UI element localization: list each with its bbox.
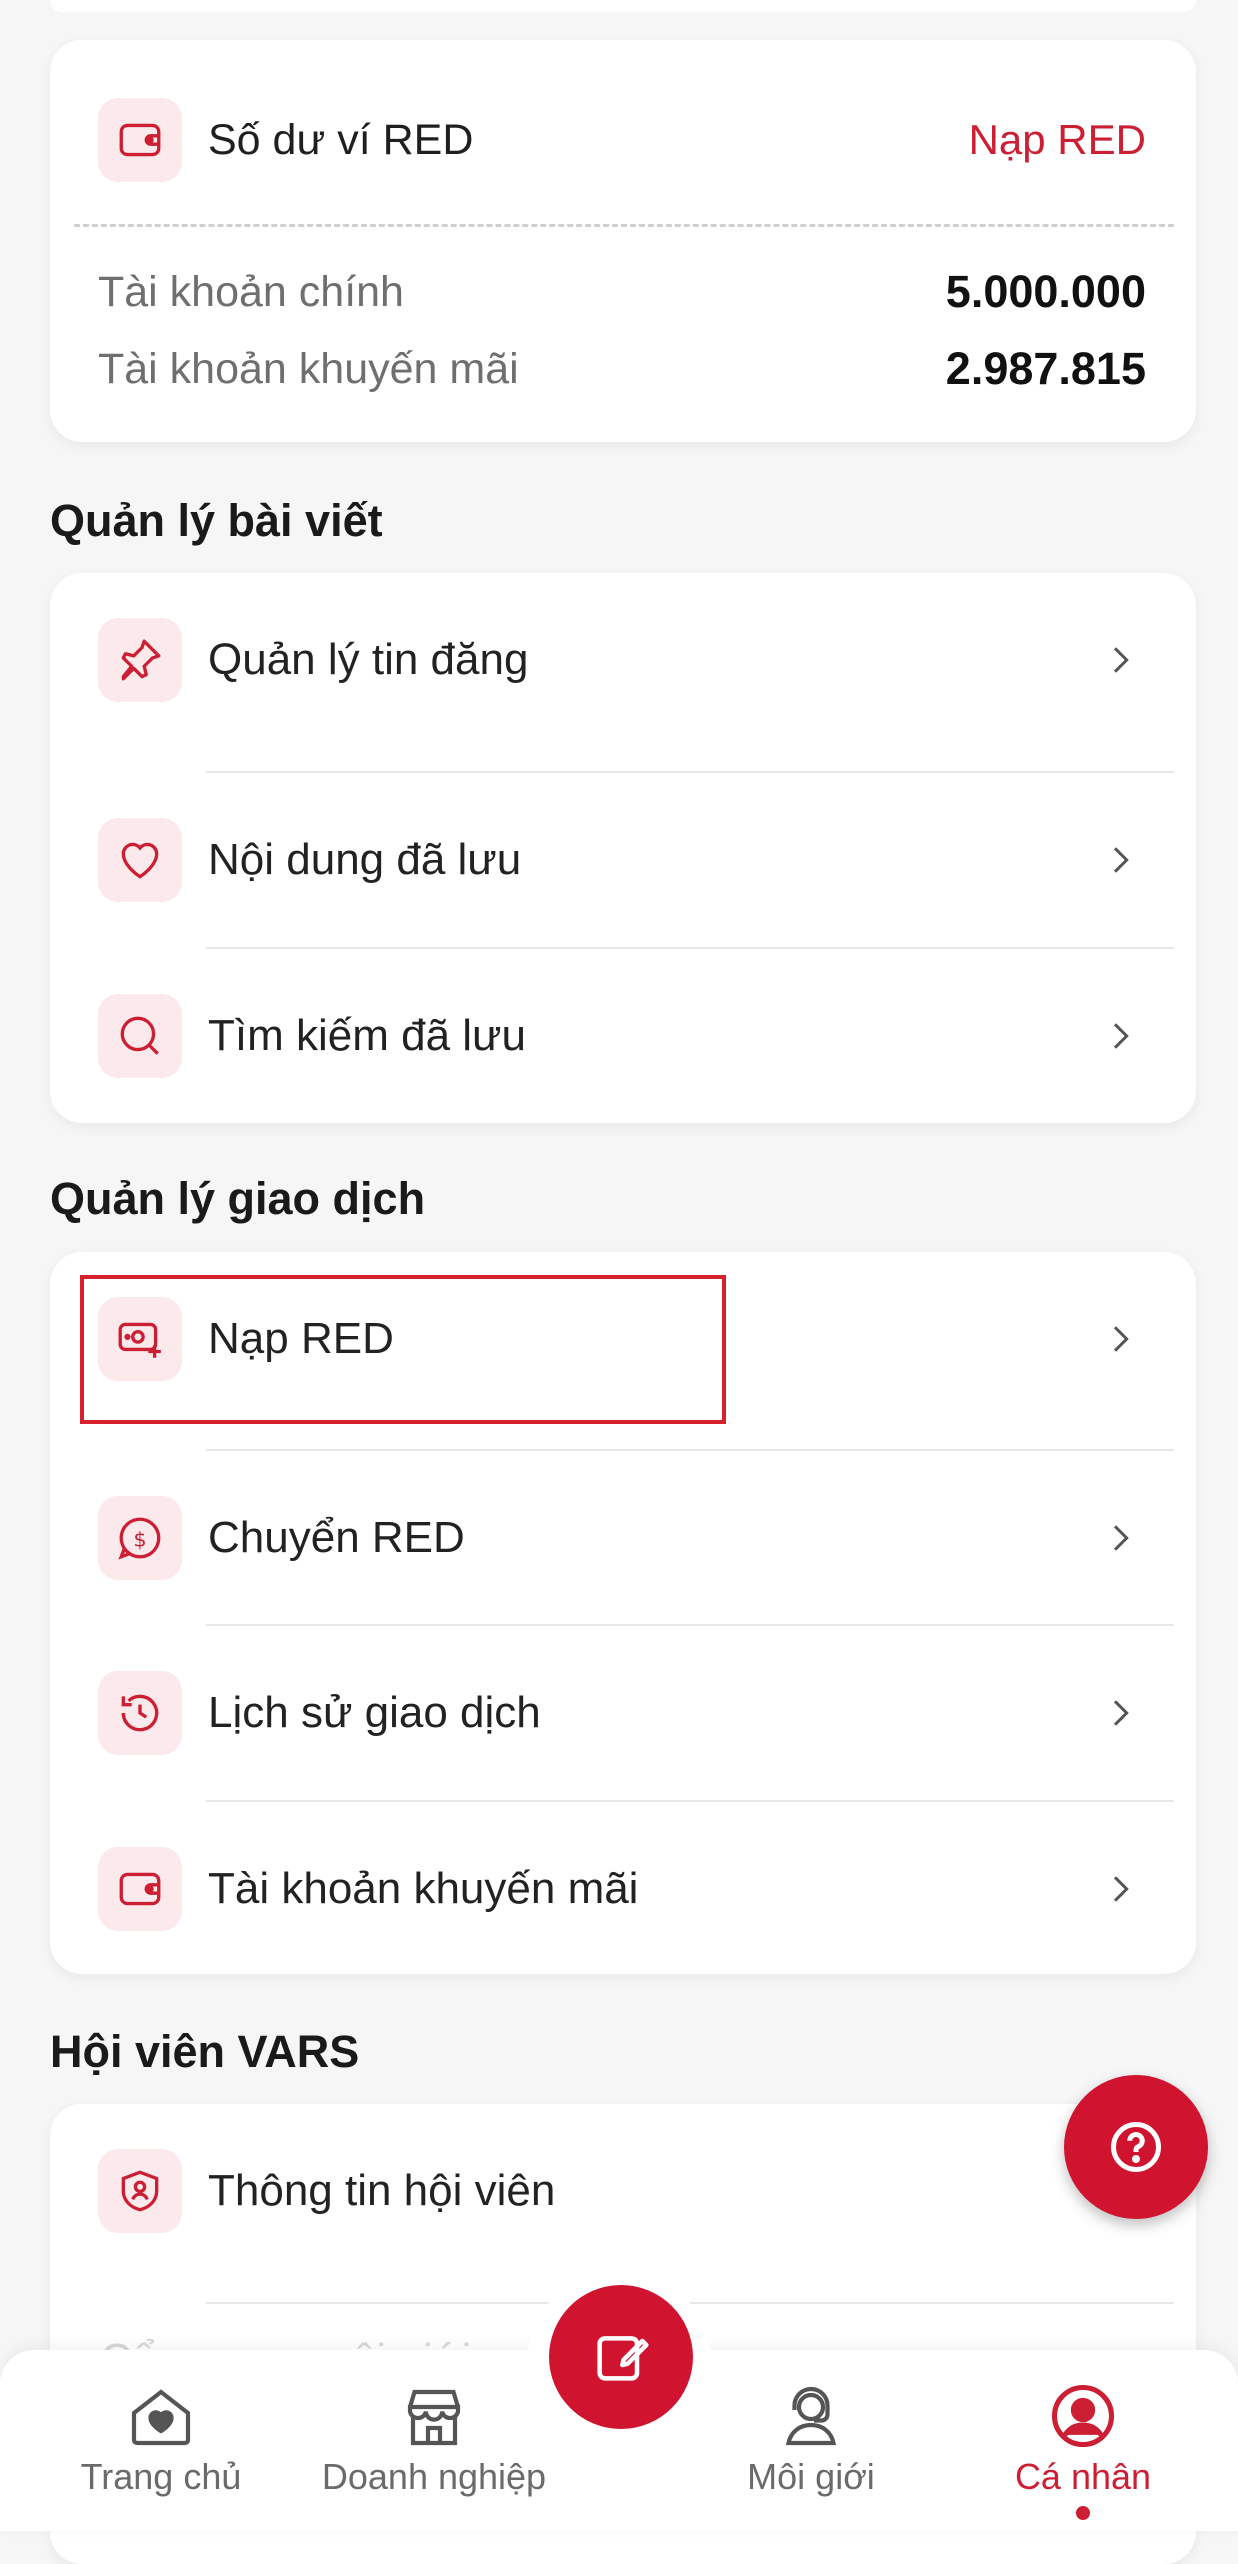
- menu-item-label: Lịch sử giao dịch: [208, 1688, 541, 1737]
- pin-icon: [98, 618, 182, 702]
- menu-item-transfer-red[interactable]: $ Chuyển RED: [50, 1451, 1196, 1625]
- menu-item-label: Nội dung đã lưu: [208, 835, 522, 884]
- menu-item-promo-account[interactable]: Tài khoản khuyến mãi: [50, 1802, 1196, 1976]
- menu-item-label: Thông tin hội viên: [208, 2166, 556, 2215]
- wallet-title: Số dư ví RED: [208, 115, 474, 164]
- dollar-transfer-icon: $: [98, 1496, 182, 1580]
- menu-item-label: Quản lý tin đăng: [208, 635, 529, 684]
- topup-link[interactable]: Nạp RED: [969, 116, 1146, 164]
- menu-item-saved-searches[interactable]: Tìm kiếm đã lưu: [50, 949, 1196, 1123]
- home-heart-icon: [131, 2389, 191, 2446]
- tab-home[interactable]: Trang chủ: [36, 2380, 286, 2498]
- tab-label: Cá nhân: [1014, 2456, 1152, 2497]
- help-button[interactable]: [1064, 2075, 1208, 2219]
- compose-icon: [597, 2336, 649, 2381]
- tab-broker[interactable]: Môi giới: [686, 2380, 936, 2498]
- promo-account-label: Tài khoản khuyến mãi: [98, 344, 519, 393]
- tab-label: Môi giới: [747, 2456, 875, 2497]
- wallet-card: Số dư ví RED Nạp RED Tài khoản chính 5.0…: [50, 40, 1196, 442]
- help-icon: [1111, 2122, 1161, 2172]
- posts-section-title: Quản lý bài viết: [50, 495, 383, 546]
- menu-item-transaction-history[interactable]: Lịch sử giao dịch: [50, 1626, 1196, 1800]
- chevron-right-icon: [1113, 847, 1129, 873]
- main-account-row: Tài khoản chính 5.000.000: [98, 257, 1146, 327]
- chevron-right-icon: [1113, 1326, 1129, 1352]
- promo-account-row: Tài khoản khuyến mãi 2.987.815: [98, 334, 1146, 404]
- wallet-icon: [98, 1847, 182, 1931]
- agent-headset-icon: [785, 2386, 837, 2446]
- menu-item-label: Chuyển RED: [208, 1513, 465, 1562]
- store-icon: [407, 2389, 461, 2446]
- promo-account-value: 2.987.815: [945, 343, 1146, 394]
- main-account-value: 5.000.000: [945, 266, 1146, 317]
- tab-profile[interactable]: Cá nhân: [958, 2380, 1208, 2520]
- chevron-right-icon: [1113, 1876, 1129, 1902]
- transactions-section-title: Quản lý giao dịch: [50, 1173, 426, 1224]
- membership-section-title: Hội viên VARS: [50, 2026, 360, 2077]
- menu-item-label: Tìm kiếm đã lưu: [208, 1011, 526, 1060]
- heart-icon: [98, 818, 182, 902]
- member-shield-icon: [98, 2149, 182, 2233]
- menu-item-saved-content[interactable]: Nội dung đã lưu: [50, 773, 1196, 947]
- svg-text:$: $: [133, 1527, 146, 1551]
- tab-business[interactable]: Doanh nghiệp: [309, 2380, 559, 2498]
- highlight-box: [80, 1275, 726, 1424]
- dashed-divider: [74, 224, 1174, 227]
- wallet-header: Số dư ví RED Nạp RED: [98, 98, 1146, 182]
- tab-label: Trang chủ: [80, 2456, 242, 2497]
- wallet-icon: [98, 98, 182, 182]
- search-icon: [98, 994, 182, 1078]
- menu-item-label: Tài khoản khuyến mãi: [208, 1864, 639, 1913]
- profile-icon: [1051, 2384, 1115, 2448]
- active-tab-indicator: [1076, 2506, 1090, 2520]
- main-account-label: Tài khoản chính: [98, 267, 404, 316]
- compose-button[interactable]: [549, 2285, 693, 2429]
- history-icon: [98, 1671, 182, 1755]
- chevron-right-icon: [1113, 1023, 1129, 1049]
- tab-label: Doanh nghiệp: [321, 2456, 547, 2497]
- chevron-right-icon: [1113, 1700, 1129, 1726]
- chevron-right-icon: [1113, 647, 1129, 673]
- posts-card: Quản lý tin đăng Nội dung đã lưu Tìm kiế…: [50, 573, 1196, 1123]
- menu-item-manage-listings[interactable]: Quản lý tin đăng: [50, 573, 1196, 747]
- menu-item-member-info[interactable]: Thông tin hội viên: [50, 2104, 1196, 2278]
- chevron-right-icon: [1113, 1525, 1129, 1551]
- previous-card-edge: [50, 0, 1196, 12]
